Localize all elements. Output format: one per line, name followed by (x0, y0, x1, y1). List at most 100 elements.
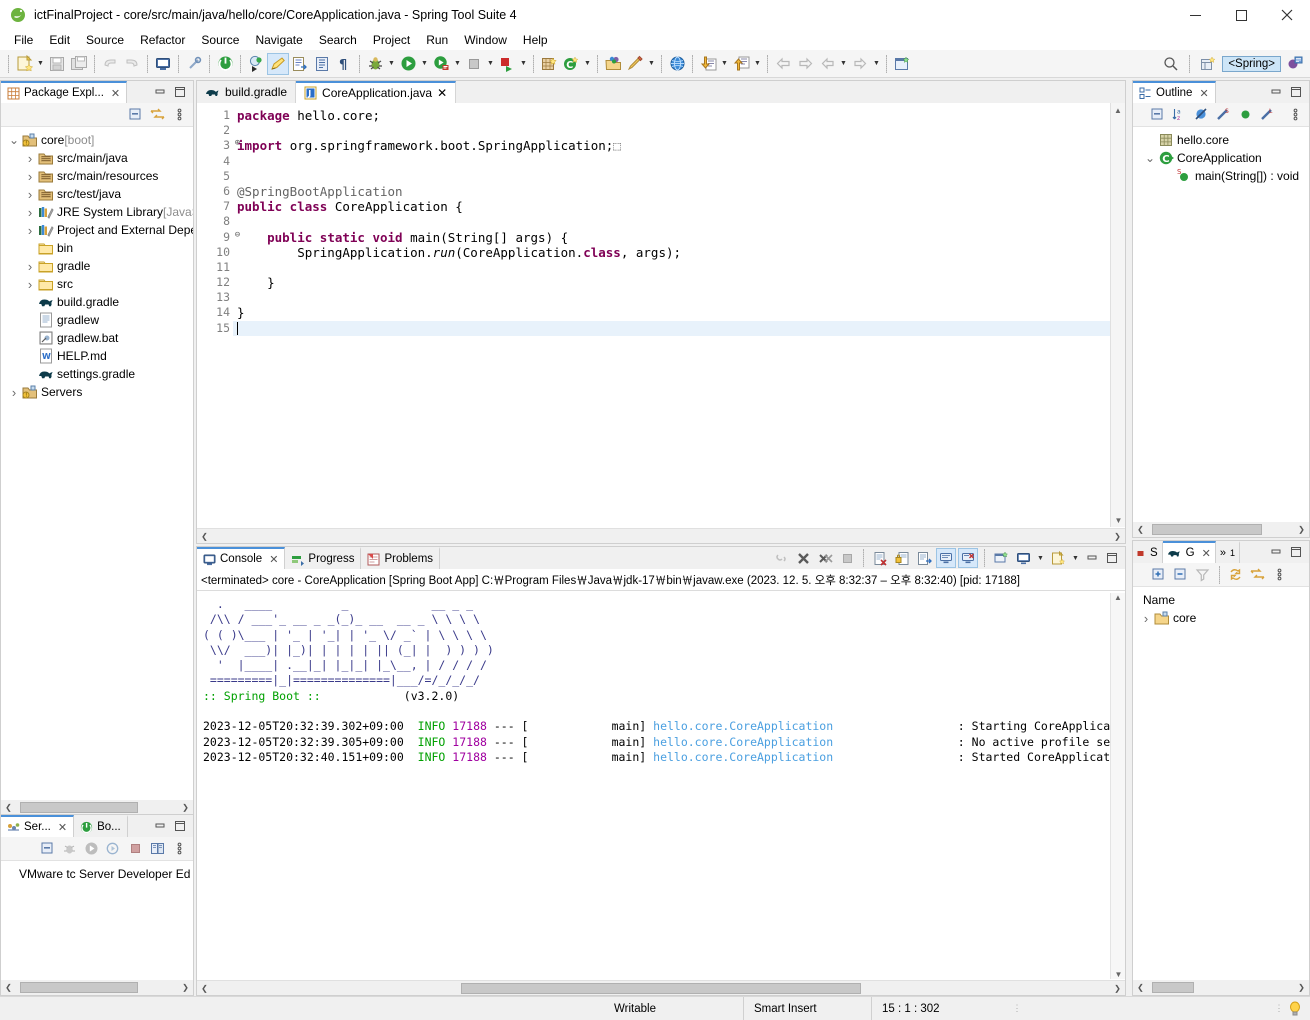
scroll-left-icon[interactable]: ❮ (1133, 983, 1148, 992)
remove-launch-icon[interactable] (793, 548, 813, 568)
open-type-icon[interactable] (289, 53, 311, 75)
tree-item-build-gradle[interactable]: build.gradle (1, 293, 193, 311)
hide-nonpublic-icon[interactable] (1235, 105, 1255, 125)
menu-run[interactable]: Run (418, 31, 456, 49)
view-menu-icon[interactable] (169, 105, 189, 125)
quick-access-search-icon[interactable] (1160, 53, 1182, 75)
run-coverage-icon[interactable] (430, 53, 452, 75)
scroll-left-icon[interactable]: ❮ (1, 803, 16, 812)
stop-relaunch-icon[interactable] (496, 53, 518, 75)
tree-item-project-and-external-dep-[interactable]: › Project and External Depé (1, 221, 193, 239)
maximize-view-icon[interactable] (171, 83, 189, 101)
tree-item-servers[interactable]: ›! Servers (1, 383, 193, 401)
new-console-dropdown-arrow-2[interactable]: ▼ (1070, 547, 1081, 569)
relaunch-dropdown-arrow[interactable]: ▼ (518, 53, 529, 75)
chevron-right-icon[interactable]: › (23, 205, 37, 220)
hscroll-thumb[interactable] (1152, 524, 1262, 535)
scroll-up-icon[interactable]: ▲ (1111, 593, 1125, 607)
open-resource-icon[interactable] (602, 53, 624, 75)
maximize-button[interactable] (1218, 0, 1264, 30)
tab-console[interactable]: Console ✕ (197, 547, 286, 569)
code-line[interactable] (233, 123, 1125, 138)
search-dropdown-arrow[interactable]: ▼ (646, 53, 657, 75)
tab-boot-dashboard[interactable]: Bo... (74, 815, 128, 837)
scroll-right-icon[interactable]: ❯ (1110, 984, 1125, 993)
collapse-all-icon[interactable] (1171, 565, 1191, 585)
code-line[interactable]: import org.springframework.boot.SpringAp… (233, 138, 1125, 153)
console-output[interactable]: . ____ _ __ _ _ /\\ / ___'_ __ _ _(_)_ _… (197, 591, 1125, 971)
editor-vscrollbar[interactable]: ▲ ▼ (1110, 103, 1125, 527)
close-icon[interactable]: ✕ (111, 87, 120, 100)
scroll-left-icon[interactable]: ❮ (197, 984, 212, 993)
chevron-right-icon[interactable]: › (23, 259, 37, 274)
menu-edit[interactable]: Edit (41, 31, 78, 49)
menu-window[interactable]: Window (456, 31, 515, 49)
close-button[interactable] (1264, 0, 1310, 30)
import-icon[interactable] (697, 53, 719, 75)
new-console-dropdown-icon[interactable] (1048, 548, 1068, 568)
scroll-up-icon[interactable]: ▲ (1111, 103, 1125, 117)
scroll-right-icon[interactable]: ❯ (1294, 525, 1309, 534)
menu-refactor[interactable]: Refactor (132, 31, 193, 49)
collapse-all-icon[interactable] (37, 839, 57, 859)
hide-static-icon[interactable]: S (1213, 105, 1233, 125)
publish-icon[interactable] (147, 839, 167, 859)
code-line[interactable]: public class CoreApplication { (233, 199, 1125, 214)
list-item[interactable]: › core (1133, 609, 1309, 627)
menu-source-2[interactable]: Source (193, 31, 247, 49)
tab-servers[interactable]: Ser... ✕ (1, 815, 75, 837)
menu-project[interactable]: Project (365, 31, 418, 49)
terminate-dropdown-arrow[interactable]: ▼ (485, 53, 496, 75)
minimize-button[interactable] (1172, 0, 1218, 30)
menu-source[interactable]: Source (78, 31, 132, 49)
tree-item-src-main-resources[interactable]: › src/main/resources (1, 167, 193, 185)
menu-navigate[interactable]: Navigate (247, 31, 310, 49)
tree-item-core[interactable]: ⌄! core [boot] (1, 131, 193, 149)
scroll-left-icon[interactable]: ❮ (1133, 525, 1148, 534)
scroll-down-icon[interactable]: ▼ (1111, 513, 1126, 527)
editor-tab-build-gradle[interactable]: build.gradle (197, 81, 297, 103)
lock-scroll-icon[interactable] (892, 548, 912, 568)
code-line[interactable] (233, 260, 1125, 275)
tree-item-help-md[interactable]: W HELP.md (1, 347, 193, 365)
prev-dropdown-arrow[interactable]: ▼ (838, 53, 849, 75)
remove-all-terminated-icon[interactable] (815, 548, 835, 568)
view-menu-icon[interactable] (1285, 105, 1305, 125)
export-dropdown-arrow[interactable]: ▼ (752, 53, 763, 75)
maximize-view-icon[interactable] (1287, 83, 1305, 101)
link-with-editor-icon[interactable] (1248, 565, 1268, 585)
new-dropdown-arrow[interactable]: ▼ (35, 53, 46, 75)
chevron-right-icon[interactable]: › (7, 385, 21, 400)
close-icon[interactable]: ✕ (1202, 547, 1211, 560)
spring-perspective-button[interactable]: <Spring> (1222, 55, 1281, 72)
editor-tab-coreapplication[interactable]: J CoreApplication.java ✕ (296, 81, 457, 103)
open-perspective-icon[interactable] (1197, 53, 1219, 75)
close-icon[interactable]: ✕ (269, 553, 278, 566)
tab-progress[interactable]: Progress (285, 547, 362, 569)
hscroll-thumb[interactable] (1152, 982, 1194, 993)
import-dropdown-arrow[interactable]: ▼ (719, 53, 730, 75)
scroll-right-icon[interactable]: ❯ (178, 983, 193, 992)
debug-icon[interactable] (364, 53, 386, 75)
clear-console-icon[interactable] (870, 548, 890, 568)
menu-file[interactable]: File (6, 31, 41, 49)
hide-fields-icon[interactable] (1191, 105, 1211, 125)
code-line[interactable] (233, 169, 1125, 184)
boot-dashboard-icon[interactable] (214, 53, 236, 75)
maximize-view-icon[interactable] (171, 817, 189, 835)
display-selected-console-icon[interactable] (958, 548, 978, 568)
new-class-dropdown-arrow[interactable]: ▼ (582, 53, 593, 75)
minimize-view-icon[interactable] (151, 83, 169, 101)
collapse-all-icon[interactable] (125, 105, 145, 125)
code-line[interactable]: } (233, 305, 1125, 320)
run-dropdown-arrow[interactable]: ▼ (419, 53, 430, 75)
scroll-right-icon[interactable]: ❯ (1110, 532, 1125, 541)
view-menu-icon[interactable] (1270, 565, 1290, 585)
scroll-left-icon[interactable]: ❮ (197, 532, 212, 541)
link-with-editor-icon[interactable] (147, 105, 167, 125)
scroll-right-icon[interactable]: ❯ (178, 803, 193, 812)
chevron-right-icon[interactable]: › (23, 151, 37, 166)
code-line[interactable] (233, 320, 1125, 336)
tab-outline[interactable]: Outline ✕ (1133, 81, 1216, 103)
maximize-view-icon[interactable] (1103, 549, 1121, 567)
